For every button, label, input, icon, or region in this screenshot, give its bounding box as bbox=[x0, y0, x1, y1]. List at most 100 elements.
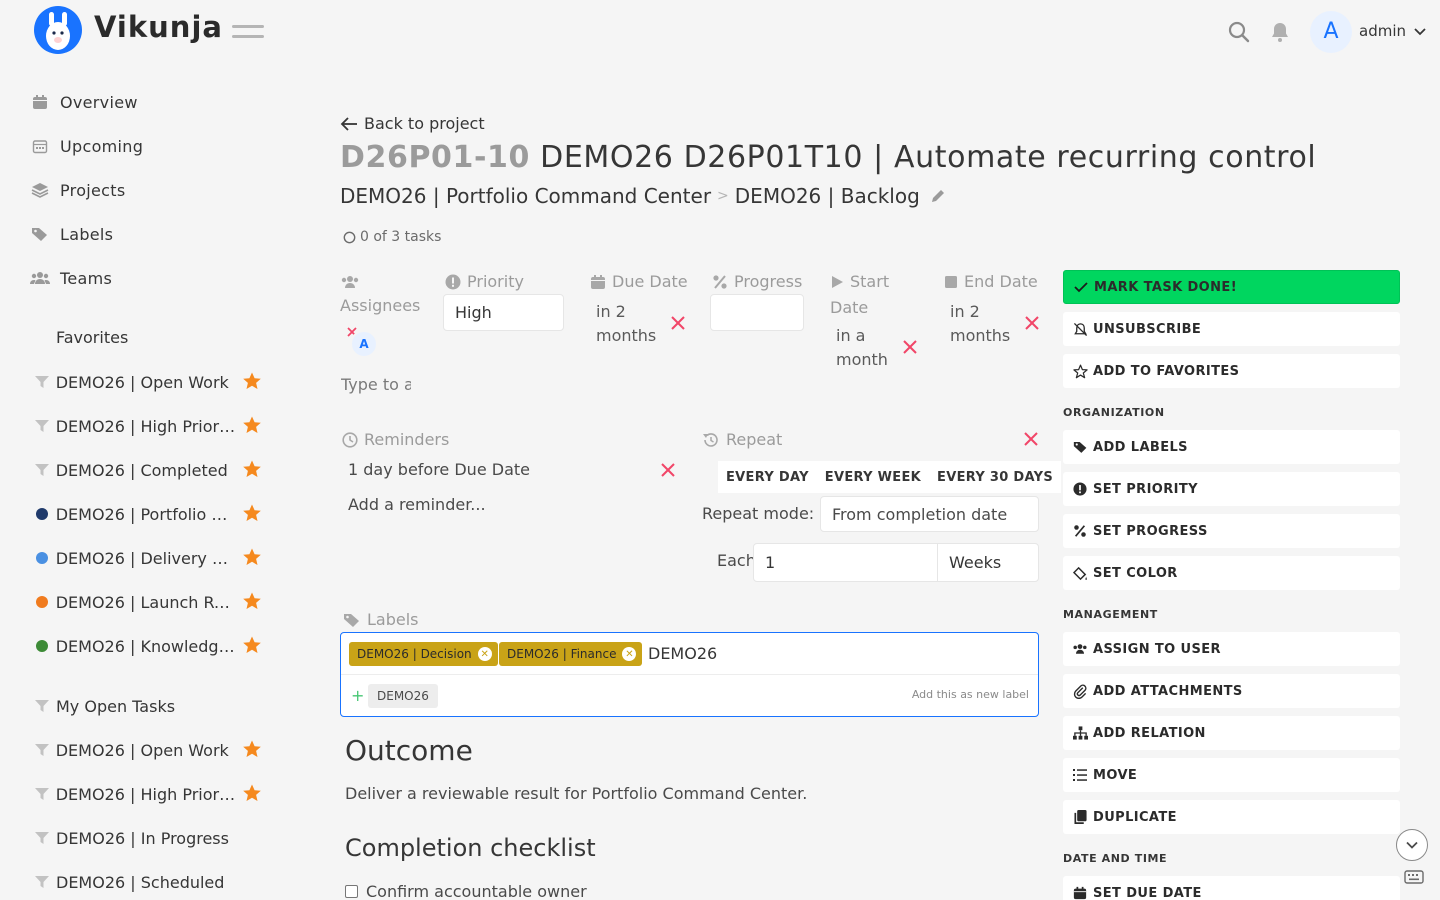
action-label: SET DUE DATE bbox=[1093, 885, 1202, 900]
star-icon[interactable] bbox=[242, 503, 264, 525]
username[interactable]: admin bbox=[1359, 22, 1406, 40]
repeat-every-day-button[interactable]: EVERY DAY bbox=[718, 461, 817, 493]
star-icon[interactable] bbox=[242, 547, 264, 569]
due-date-value[interactable]: in 2 months bbox=[596, 300, 666, 348]
clear-repeat-icon[interactable] bbox=[1023, 431, 1039, 447]
add-reminder-input[interactable]: Add a reminder... bbox=[348, 493, 486, 517]
repeat-amount-input[interactable]: 1 bbox=[753, 543, 938, 582]
sidebar-project-item[interactable]: DEMO26 | High Priority bbox=[34, 781, 264, 807]
star-icon[interactable] bbox=[242, 783, 264, 805]
search-icon[interactable] bbox=[1227, 20, 1251, 44]
vikunja-logo-icon[interactable] bbox=[34, 6, 82, 54]
sidebar-project-item[interactable]: DEMO26 | Knowledge Base bbox=[34, 633, 264, 659]
action-label: SET PROGRESS bbox=[1093, 523, 1208, 539]
users-icon bbox=[30, 268, 50, 288]
repeat-unit-select[interactable]: Weeks bbox=[937, 543, 1039, 582]
sidebar-project-item[interactable]: DEMO26 | Completed bbox=[34, 457, 264, 483]
unsubscribe-button[interactable]: UNSUBSCRIBE bbox=[1063, 312, 1400, 346]
clear-end-date-icon[interactable] bbox=[1024, 315, 1040, 331]
set-due-date-button[interactable]: SET DUE DATE bbox=[1063, 876, 1400, 900]
remove-reminder-icon[interactable] bbox=[660, 462, 676, 478]
star-icon[interactable] bbox=[242, 371, 264, 393]
filter-icon bbox=[34, 786, 50, 802]
breadcrumb-project[interactable]: DEMO26 | Portfolio Command Center bbox=[340, 184, 711, 208]
add-labels-button[interactable]: ADD LABELS bbox=[1063, 430, 1400, 464]
end-date-value[interactable]: in 2 months bbox=[950, 300, 1020, 348]
add-attachments-button[interactable]: ADD ATTACHMENTS bbox=[1063, 674, 1400, 708]
label-suggestion[interactable]: DEMO26 bbox=[368, 684, 438, 708]
task-title[interactable]: DEMO26 D26P01T10 | Automate recurring co… bbox=[540, 140, 1316, 175]
star-icon[interactable] bbox=[242, 459, 264, 481]
nav-projects[interactable]: Projects bbox=[30, 177, 125, 203]
repeat-mode-label: Repeat mode: bbox=[702, 504, 815, 523]
nav-labels[interactable]: Labels bbox=[30, 221, 113, 247]
color-dot bbox=[35, 552, 48, 564]
sidebar-project-item[interactable]: My Open Tasks bbox=[34, 693, 264, 719]
chevron-down-icon[interactable] bbox=[1412, 24, 1428, 44]
sidebar-project-item[interactable]: DEMO26 | Open Work bbox=[34, 737, 264, 763]
move-button[interactable]: MOVE bbox=[1063, 758, 1400, 792]
pencil-icon[interactable] bbox=[930, 188, 946, 204]
menu-toggle-icon[interactable] bbox=[232, 25, 264, 41]
start-date-value[interactable]: in a month bbox=[836, 324, 896, 372]
nav-teams[interactable]: Teams bbox=[30, 265, 112, 291]
reminder-item[interactable]: 1 day before Due Date bbox=[348, 458, 530, 482]
star-icon[interactable] bbox=[242, 739, 264, 761]
filter-icon bbox=[34, 874, 50, 890]
bell-icon[interactable] bbox=[1268, 20, 1292, 44]
back-to-project-link[interactable]: Back to project bbox=[340, 114, 485, 133]
clock-icon bbox=[342, 428, 358, 452]
priority-select[interactable]: High bbox=[443, 294, 564, 331]
sidebar-project-item[interactable]: DEMO26 | Launch Readiness bbox=[34, 589, 264, 615]
end-date-label: End Date bbox=[964, 272, 1038, 291]
calendar-icon bbox=[1072, 885, 1088, 900]
sidebar-project-item[interactable]: DEMO26 | Portfolio Command Center bbox=[34, 501, 264, 527]
labels-label: Labels bbox=[367, 610, 419, 629]
percent-icon bbox=[1072, 523, 1088, 539]
star-icon[interactable] bbox=[242, 591, 264, 613]
sidebar-project-item[interactable]: DEMO26 | Open Work bbox=[34, 369, 264, 395]
add-to-favorites-button[interactable]: ADD TO FAVORITES bbox=[1063, 354, 1400, 388]
repeat-every-30-days-button[interactable]: EVERY 30 DAYS bbox=[929, 461, 1061, 493]
set-priority-button[interactable]: SET PRIORITY bbox=[1063, 472, 1400, 506]
nav-upcoming[interactable]: Upcoming bbox=[30, 133, 143, 159]
stop-icon bbox=[944, 270, 958, 294]
keyboard-icon[interactable] bbox=[1404, 869, 1424, 888]
brand-name[interactable]: Vikunja bbox=[94, 10, 223, 44]
duplicate-button[interactable]: DUPLICATE bbox=[1063, 800, 1400, 834]
project-color-dot bbox=[34, 638, 50, 654]
remove-label-icon[interactable]: ✕ bbox=[622, 647, 637, 661]
sidebar-project-item[interactable]: DEMO26 | Delivery Operations bbox=[34, 545, 264, 571]
sidebar-project-item[interactable]: DEMO26 | Scheduled bbox=[34, 869, 264, 895]
remove-label-icon[interactable]: ✕ bbox=[477, 647, 492, 661]
label-suggestion-hint: Add this as new label bbox=[911, 688, 1029, 701]
set-progress-button[interactable]: SET PROGRESS bbox=[1063, 514, 1400, 548]
color-dot bbox=[35, 508, 48, 520]
clear-start-date-icon[interactable] bbox=[902, 339, 918, 355]
star-icon[interactable] bbox=[242, 415, 264, 437]
repeat-mode-select[interactable]: From completion date bbox=[820, 496, 1039, 532]
assignees-heading: Assignees bbox=[340, 270, 430, 318]
assignee-avatar[interactable]: A bbox=[350, 330, 378, 358]
breadcrumb-bucket[interactable]: DEMO26 | Backlog bbox=[735, 184, 920, 208]
star-icon[interactable] bbox=[242, 635, 264, 657]
sidebar-project-name: DEMO26 | Open Work bbox=[55, 740, 229, 760]
mark-task-done-button[interactable]: MARK TASK DONE! bbox=[1063, 270, 1400, 304]
filter-icon bbox=[34, 698, 50, 714]
assign-to-user-button[interactable]: ASSIGN TO USER bbox=[1063, 632, 1400, 666]
assignee-search-input[interactable]: Type to a bbox=[341, 373, 411, 397]
add-relation-button[interactable]: ADD RELATION bbox=[1063, 716, 1400, 750]
set-color-button[interactable]: SET COLOR bbox=[1063, 556, 1400, 590]
scroll-down-button[interactable] bbox=[1396, 829, 1428, 861]
label-search-input[interactable]: DEMO26 bbox=[648, 642, 717, 666]
exclamation-circle-icon bbox=[1072, 481, 1088, 497]
progress-select[interactable] bbox=[710, 294, 804, 331]
progress-label: Progress bbox=[734, 272, 803, 291]
sidebar-project-item[interactable]: DEMO26 | In Progress bbox=[34, 825, 264, 851]
user-avatar[interactable]: A bbox=[1310, 11, 1352, 53]
checklist-checkbox[interactable] bbox=[345, 885, 358, 898]
clear-due-date-icon[interactable] bbox=[670, 315, 686, 331]
sidebar-project-item[interactable]: DEMO26 | High Priority bbox=[34, 413, 264, 439]
nav-overview[interactable]: Overview bbox=[30, 89, 138, 115]
repeat-every-week-button[interactable]: EVERY WEEK bbox=[816, 461, 930, 493]
